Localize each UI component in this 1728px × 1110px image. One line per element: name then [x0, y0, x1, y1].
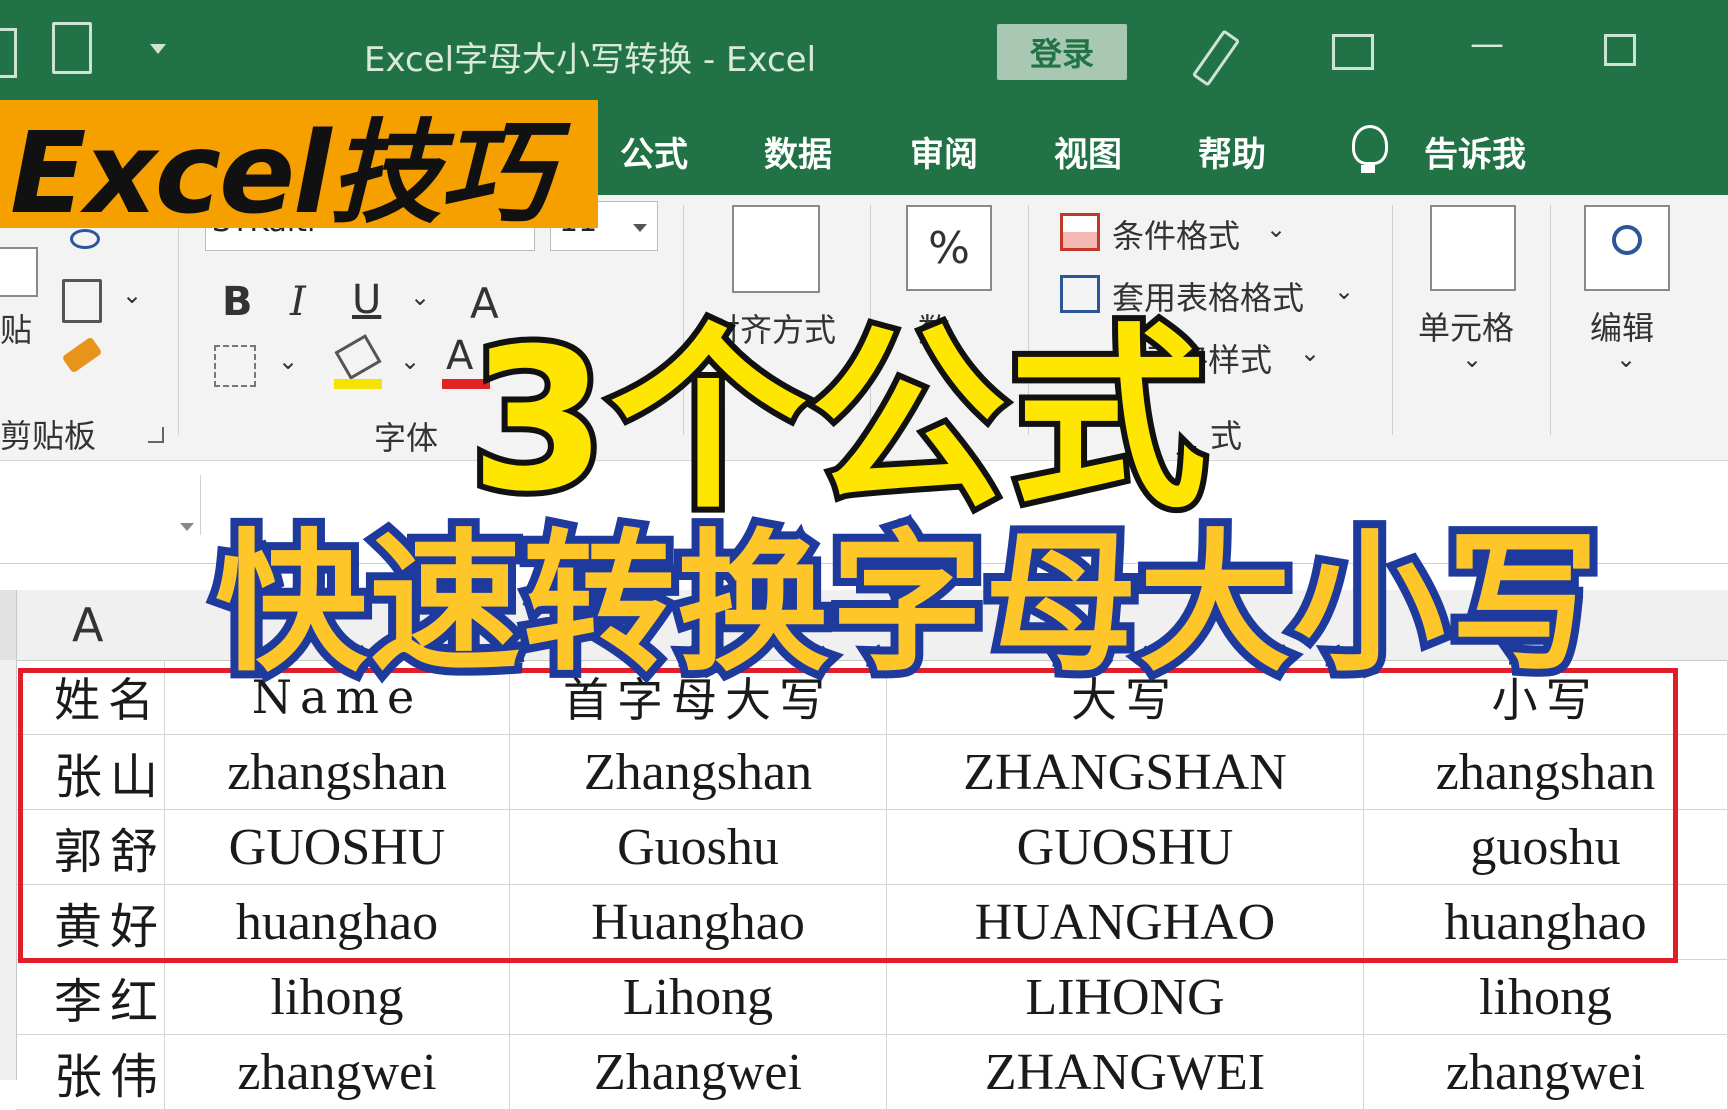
conditional-formatting-icon[interactable]: [1060, 213, 1100, 251]
copy-dropdown-icon[interactable]: ⌄: [122, 281, 142, 309]
tab-help[interactable]: 帮助: [1198, 127, 1266, 176]
cell-r5-c2[interactable]: lihong: [165, 960, 510, 1035]
group-divider: [1550, 205, 1551, 435]
copy-icon[interactable]: [62, 279, 102, 323]
cell-r5-c3[interactable]: Lihong: [510, 960, 887, 1035]
tip-badge: Excel技巧: [0, 100, 598, 239]
cell-styles-dropdown-icon[interactable]: ⌄: [1300, 339, 1320, 367]
cell-r6-c3[interactable]: Zhangwei: [510, 1035, 887, 1110]
login-button[interactable]: 登录: [997, 24, 1127, 80]
tell-me-search[interactable]: 告诉我: [1424, 127, 1526, 176]
column-header-a[interactable]: A: [72, 598, 103, 652]
cell-r5-c5[interactable]: lihong: [1364, 960, 1728, 1035]
borders-icon[interactable]: [214, 345, 256, 387]
borders-dropdown-icon[interactable]: ⌄: [278, 347, 298, 375]
cells-button[interactable]: 单元格: [1418, 303, 1514, 349]
format-painter-icon[interactable]: [61, 336, 103, 374]
underline-dropdown-icon[interactable]: ⌄: [410, 283, 430, 311]
clipboard-group-label: 剪贴板: [0, 417, 97, 455]
cell-r6-c2[interactable]: zhangwei: [165, 1035, 510, 1110]
cell-r5-c1[interactable]: 李红: [16, 960, 165, 1035]
styles-group-label: 式: [1210, 417, 1243, 455]
highlight-box: [18, 668, 1678, 963]
editing-dropdown-icon[interactable]: ⌄: [1616, 345, 1636, 373]
tab-review[interactable]: 审阅: [910, 127, 978, 176]
headline-convert-case: 快速转换字母大小写: [207, 507, 1607, 700]
tab-data[interactable]: 数据: [764, 127, 832, 176]
fill-color-bar: [334, 379, 382, 389]
cell-r6-c4[interactable]: ZHANGWEI: [887, 1035, 1364, 1110]
cell-r6-c5[interactable]: zhangwei: [1364, 1035, 1728, 1110]
paste-button-label[interactable]: 贴: [0, 305, 32, 351]
tab-formulas[interactable]: 公式: [620, 127, 688, 176]
ribbon-display-icon[interactable]: [1332, 34, 1374, 70]
bold-button[interactable]: B: [222, 279, 253, 325]
cell-r6-c1[interactable]: 张伟: [16, 1035, 165, 1110]
document-icon[interactable]: [52, 22, 92, 74]
fill-color-dropdown-icon[interactable]: ⌄: [400, 347, 420, 375]
tip-badge-text: Excel技巧: [10, 109, 551, 239]
fill-color-icon[interactable]: [334, 334, 382, 380]
italic-button[interactable]: I: [290, 279, 306, 325]
maximize-button[interactable]: [1604, 34, 1636, 66]
cell-r5-c4[interactable]: LIHONG: [887, 960, 1364, 1035]
name-box[interactable]: [0, 475, 201, 535]
pen-icon[interactable]: [1191, 29, 1241, 87]
group-divider: [1392, 205, 1393, 435]
underline-button[interactable]: U: [352, 277, 381, 323]
row-header-strip[interactable]: [0, 660, 17, 1080]
cells-dropdown-icon[interactable]: ⌄: [1462, 345, 1482, 373]
lightbulb-base: [1361, 165, 1375, 173]
conditional-formatting-button[interactable]: 条件格式: [1112, 211, 1240, 257]
minimize-button[interactable]: —: [1470, 24, 1504, 64]
search-icon-lens: [1612, 225, 1642, 255]
save-icon[interactable]: [0, 28, 17, 78]
quick-access-dropdown-icon[interactable]: [150, 44, 166, 54]
cells-icon[interactable]: [1430, 205, 1516, 291]
lightbulb-icon[interactable]: [1352, 125, 1388, 165]
format-as-table-dropdown-icon[interactable]: ⌄: [1334, 277, 1354, 305]
name-box-dropdown-icon[interactable]: [180, 523, 194, 531]
paste-icon[interactable]: [0, 247, 38, 297]
editing-button[interactable]: 编辑: [1590, 303, 1654, 349]
font-group-label: 字体: [374, 419, 439, 457]
font-size-dropdown-icon[interactable]: [633, 224, 647, 232]
conditional-formatting-dropdown-icon[interactable]: ⌄: [1266, 215, 1286, 243]
select-all-corner[interactable]: [0, 590, 17, 660]
clipboard-dialog-launcher-icon[interactable]: [148, 427, 164, 443]
tab-view[interactable]: 视图: [1054, 127, 1122, 176]
window-title: Excel字母大小写转换 - Excel: [364, 40, 817, 80]
